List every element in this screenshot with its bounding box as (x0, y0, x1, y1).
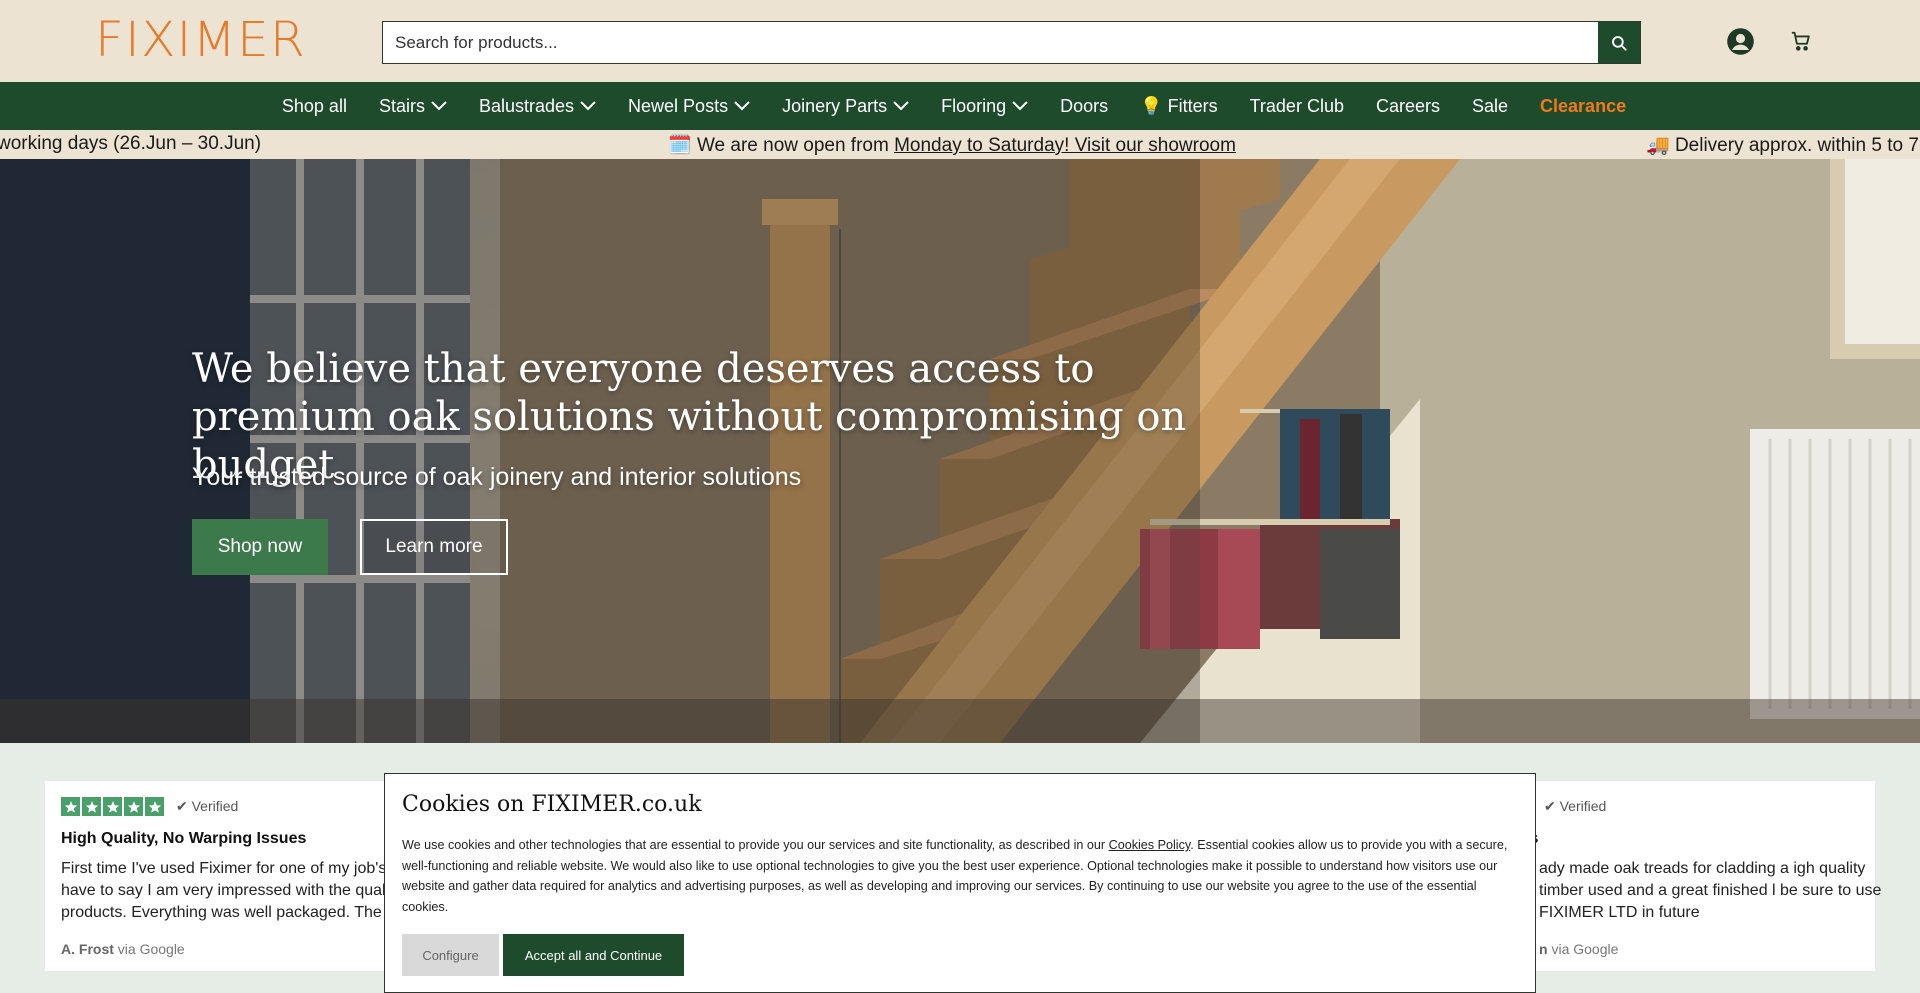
nav-item-label: Careers (1375, 95, 1440, 116)
nav-item-careers[interactable]: Careers (1360, 96, 1456, 117)
star-icon (82, 797, 101, 816)
review-author-name: n (1539, 941, 1548, 957)
cookie-title: Cookies on FIXIMER.co.uk (402, 792, 702, 817)
star-icon (103, 797, 122, 816)
search-icon (1612, 35, 1627, 51)
nav-item-label: Clearance (1540, 95, 1627, 116)
nav-item-balustrades[interactable]: Balustrades (463, 96, 612, 117)
showroom-link[interactable]: Monday to Saturday! Visit our showroom (894, 135, 1236, 156)
account-button[interactable] (1725, 26, 1755, 56)
chevron-down-icon (431, 101, 447, 111)
verified-label: ✔ Verified (1544, 798, 1607, 814)
nav-item-joinery-parts[interactable]: Joinery Parts (766, 96, 925, 117)
review-source: via Google (117, 941, 185, 957)
review-author: A. Frost via Google (61, 941, 185, 957)
cart-icon (1791, 31, 1810, 51)
main-nav: Shop all Stairs Balustrades Newel Posts Join… (0, 82, 1920, 130)
nav-item-clearance[interactable]: Clearance (1524, 96, 1642, 117)
announcement-center: 🗓️ We are now open from Monday to Saturd… (668, 133, 1236, 157)
cart-button[interactable] (1786, 26, 1816, 56)
nav-item-doors[interactable]: Doors (1044, 96, 1124, 117)
chevron-down-icon (893, 101, 909, 111)
review-text: First time I've used Fiximer for one of … (61, 860, 387, 921)
accept-all-button[interactable]: Accept all and Continue (503, 934, 684, 976)
search-button[interactable] (1598, 22, 1640, 63)
cookie-buttons: Configure Accept all and Continue (402, 934, 684, 976)
review-author-name: A. Frost (61, 941, 114, 957)
announcement-bar: working days (26.Jun – 30.Jun) 🗓️ We are… (0, 130, 1920, 159)
announcement-right-text: Delivery approx. within 5 to 7 (1674, 135, 1919, 156)
chevron-down-icon (1012, 101, 1028, 111)
star-icon (61, 797, 80, 816)
nav-item-label: Sale (1472, 95, 1509, 116)
hero-subtitle: Your trusted source of oak joinery and i… (192, 463, 802, 491)
verified-label: ✔ Verified (176, 798, 239, 814)
nav-item-label: Joinery Parts (782, 95, 888, 116)
nav-item-flooring[interactable]: Flooring (925, 96, 1044, 117)
chevron-down-icon (580, 101, 596, 111)
review-text: ady made oak treads for cladding a igh q… (1539, 860, 1882, 921)
nav-item-label: Newel Posts (628, 95, 729, 116)
search-bar (382, 21, 1641, 64)
fiximer-logo[interactable]: FIXIMER (95, 16, 305, 64)
review-source: via Google (1551, 941, 1619, 957)
announcement-left: working days (26.Jun – 30.Jun) (0, 133, 262, 154)
account-icon (1726, 27, 1754, 55)
site-header: FIXIMER (0, 0, 1920, 82)
nav-list: Shop all Stairs Balustrades Newel Posts Join… (266, 96, 1642, 117)
cookie-text: We use cookies and other technologies th… (402, 835, 1512, 917)
cookies-policy-link[interactable]: Cookies Policy (1109, 838, 1191, 852)
configure-button[interactable]: Configure (402, 934, 499, 976)
nav-item-label: 💡 Fitters (1140, 95, 1218, 116)
nav-item-sale[interactable]: Sale (1456, 96, 1524, 117)
delivery-truck-icon: 🚚 (1646, 135, 1670, 156)
announcement-right: 🚚 Delivery approx. within 5 to 7 (1646, 133, 1919, 157)
announcement-center-text: We are now open from (696, 135, 889, 156)
cookie-text-intro: We use cookies and other technologies th… (402, 838, 1106, 852)
search-input[interactable] (383, 22, 1598, 63)
logo-text: FIXIMER (95, 12, 306, 68)
nav-item-label: Shop all (281, 95, 347, 116)
review-author: n via Google (1539, 941, 1618, 957)
nav-item-label: Doors (1060, 95, 1109, 116)
nav-item-fitters[interactable]: 💡 Fitters (1124, 96, 1233, 117)
nav-item-shop-all[interactable]: Shop all (266, 96, 363, 117)
nav-item-stairs[interactable]: Stairs (363, 96, 463, 117)
nav-item-newel-posts[interactable]: Newel Posts (612, 96, 766, 117)
nav-item-label: Balustrades (478, 95, 575, 116)
hero-banner: We believe that everyone deserves access… (0, 159, 1920, 743)
shop-now-button[interactable]: Shop now (192, 519, 328, 575)
learn-more-button[interactable]: Learn more (360, 519, 508, 575)
nav-item-label: Stairs (378, 95, 425, 116)
nav-item-label: Flooring (941, 95, 1007, 116)
nav-item-trader-club[interactable]: Trader Club (1234, 96, 1360, 117)
nav-item-label: Trader Club (1249, 95, 1344, 116)
cookie-consent-dialog: Cookies on FIXIMER.co.uk We use cookies … (384, 773, 1536, 993)
calendar-icon: 🗓️ (668, 135, 692, 156)
star-icon (124, 797, 143, 816)
star-icon (145, 797, 164, 816)
chevron-down-icon (734, 101, 750, 111)
